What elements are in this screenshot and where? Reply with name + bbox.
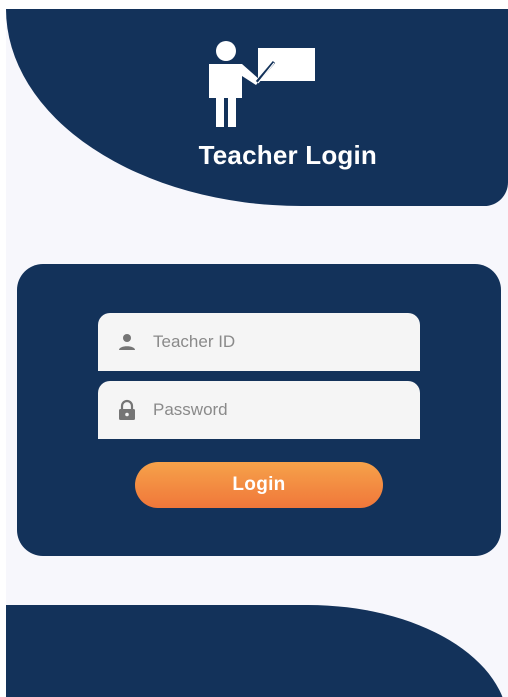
login-card: Login (17, 264, 501, 556)
teacher-id-input[interactable] (153, 332, 393, 352)
login-screen: Teacher Login Login (6, 9, 508, 697)
person-icon (119, 334, 135, 350)
password-field[interactable] (98, 381, 420, 439)
password-input[interactable] (153, 400, 393, 420)
page-title: Teacher Login (198, 140, 377, 170)
footer-banner (6, 605, 508, 697)
lock-icon (119, 399, 135, 420)
header-banner: Teacher Login (6, 9, 508, 206)
teacher-at-board-icon (209, 41, 315, 127)
teacher-id-field[interactable] (98, 313, 420, 371)
login-button[interactable]: Login (135, 462, 383, 508)
